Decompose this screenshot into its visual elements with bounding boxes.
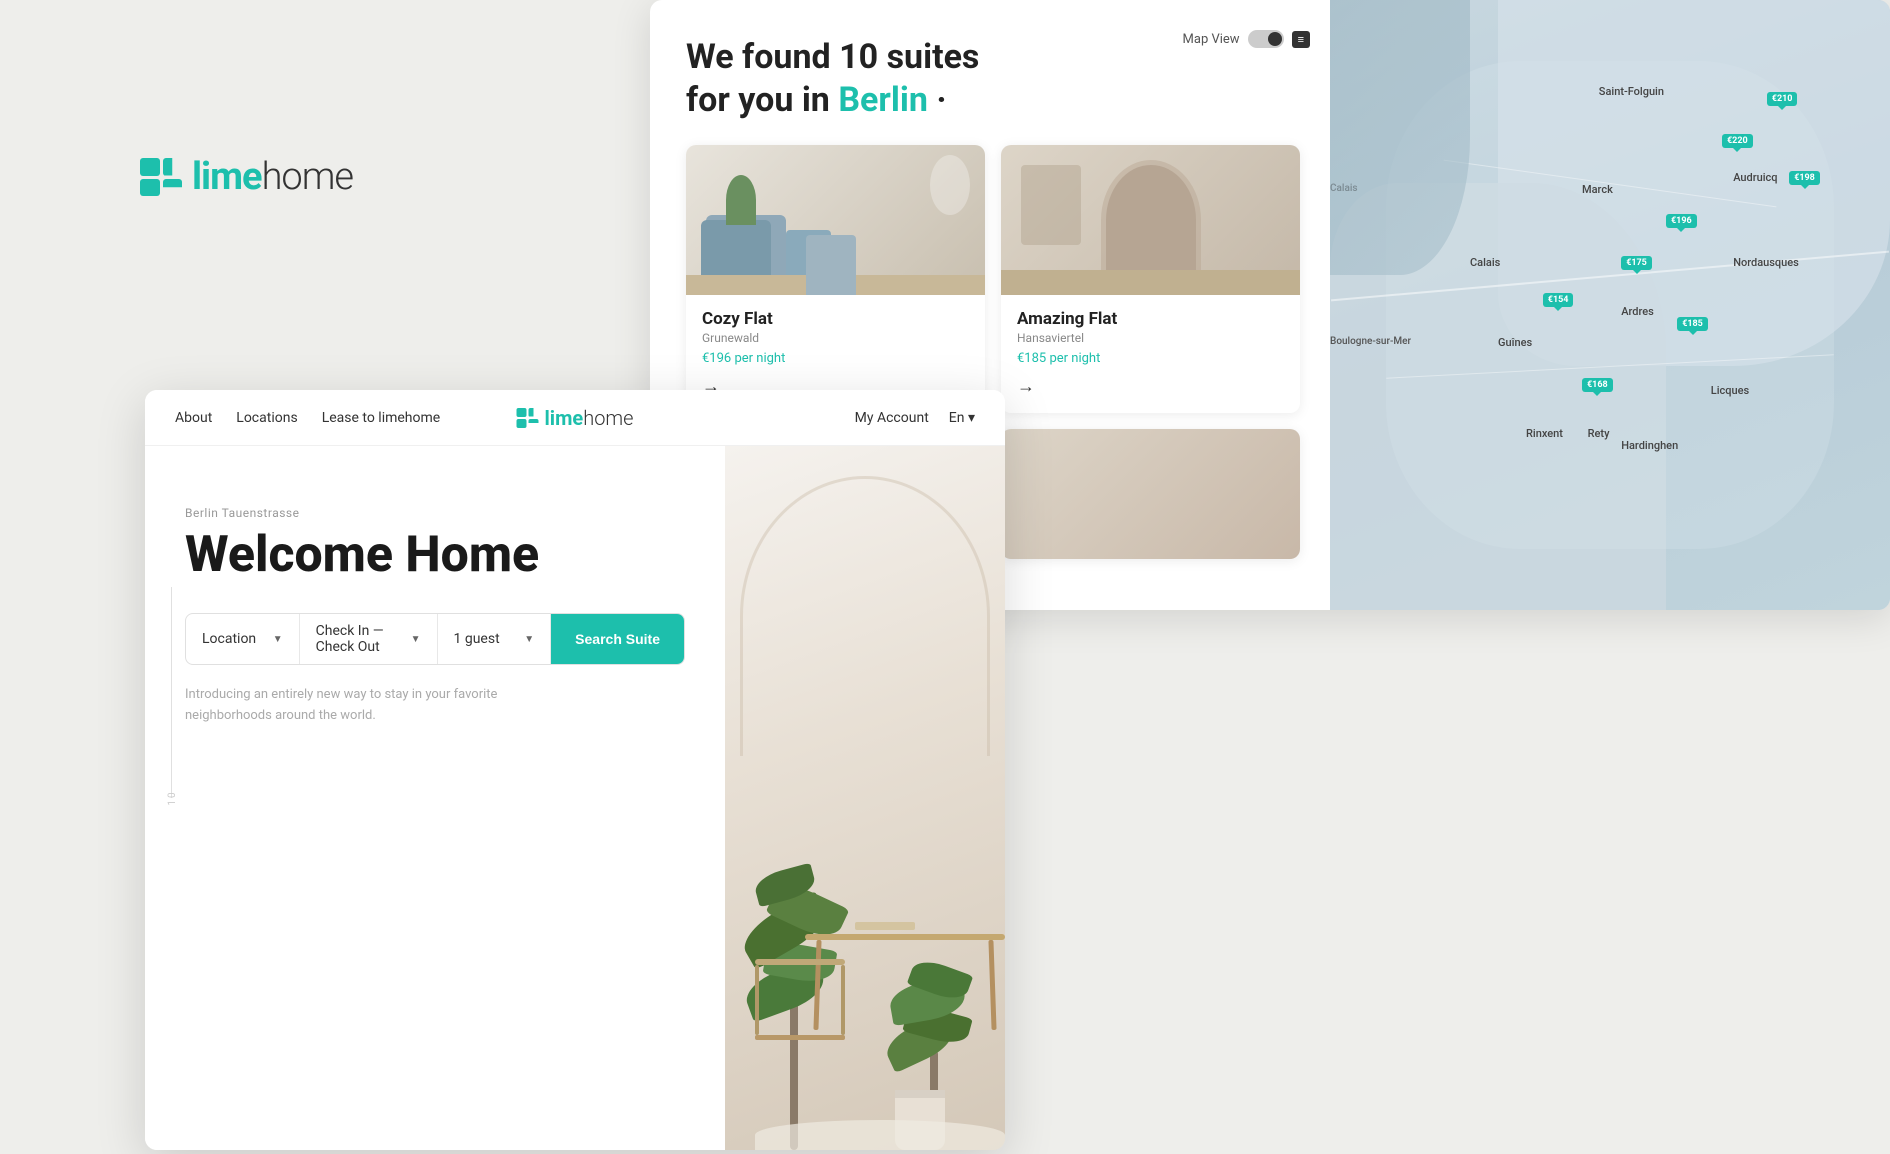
map-label-calais: Calais: [1470, 256, 1500, 269]
search-bar: Location ▼ Check In — Check Out ▼ 1 gues…: [185, 613, 685, 665]
map-label-marck: Marck: [1582, 183, 1613, 196]
hero-title: Welcome Home: [185, 528, 685, 583]
location-field[interactable]: Location ▼: [186, 614, 300, 664]
map-view-toggle-pill[interactable]: [1248, 30, 1284, 48]
nav-lease[interactable]: Lease to limehome: [322, 410, 441, 426]
book-decoration: [855, 922, 915, 930]
map-label-guines: Guînes: [1498, 336, 1532, 349]
nav-lang[interactable]: En ▾: [949, 410, 975, 426]
nav-logo-home: home: [583, 406, 633, 430]
property-card-2[interactable]: Amazing Flat Hansaviertel €185 per night…: [1001, 145, 1300, 413]
hero-image: [725, 446, 1005, 1150]
property-link-2[interactable]: →: [1017, 376, 1284, 397]
nav-my-account[interactable]: My Account: [855, 410, 929, 426]
nav-logo-lime: lime: [545, 406, 584, 430]
map-label-ardres: Ardres: [1621, 305, 1654, 318]
map-pin-4[interactable]: €175: [1621, 256, 1652, 270]
side-indicator: 10: [167, 790, 178, 805]
property-info-2: Amazing Flat Hansaviertel €185 per night…: [1001, 295, 1300, 413]
nav-links: About Locations Lease to limehome: [175, 410, 440, 426]
property-name-2: Amazing Flat: [1017, 309, 1284, 329]
map-label-rety: Rety: [1588, 427, 1610, 440]
map-pin-5[interactable]: €185: [1677, 317, 1708, 331]
hero-description: Introducing an entirely new way to stay …: [185, 685, 525, 727]
water-area: [1330, 0, 1470, 275]
location-label: Location: [202, 631, 256, 647]
chair-decoration: [755, 959, 845, 1040]
hero-subtitle: Berlin Tauenstrasse: [185, 506, 685, 520]
site-nav: About Locations Lease to limehome limeho…: [145, 390, 1005, 446]
nav-center-logo: limehome: [517, 406, 634, 430]
rug-decoration: [755, 1120, 1005, 1150]
map-pin-1[interactable]: €196: [1666, 214, 1697, 228]
property-image-2: [1001, 145, 1300, 295]
property-location-2: Hansaviertel: [1017, 331, 1284, 345]
map-label-boulogne: Boulogne-sur-Mer: [1330, 336, 1411, 347]
property-location-1: Grunewald: [702, 331, 969, 345]
map-view-toggle[interactable]: Map View ≡: [1183, 30, 1310, 48]
main-brand-logo: limehome: [140, 155, 353, 199]
map-label-rinxent: Rinxent: [1526, 427, 1563, 440]
list-view-btn[interactable]: ≡: [1292, 31, 1310, 48]
search-suite-button[interactable]: Search Suite: [551, 614, 684, 664]
nav-locations[interactable]: Locations: [236, 410, 297, 426]
map-label-licques: Licques: [1711, 384, 1749, 397]
logo-text: limehome: [192, 155, 353, 199]
map-pin-7[interactable]: €154: [1543, 293, 1574, 307]
nav-logo-text: limehome: [545, 406, 634, 430]
property-grid: Cozy Flat Grunewald €196 per night → Ama…: [686, 145, 1300, 413]
property-card-4[interactable]: [1001, 429, 1300, 559]
property-name-1: Cozy Flat: [702, 309, 969, 329]
hero-left: 10 Berlin Tauenstrasse Welcome Home Loca…: [145, 446, 725, 1150]
property-price-2: €185 per night: [1017, 351, 1284, 366]
map-panel: Calais Saint-Folguin Marck Audruicq Guîn…: [1330, 0, 1890, 610]
map-view-label: Map View: [1183, 32, 1240, 47]
guests-label: 1 guest: [454, 631, 500, 647]
nav-about[interactable]: About: [175, 410, 212, 426]
map-label-hardinghen: Hardinghen: [1621, 439, 1678, 452]
limehome-website-card: About Locations Lease to limehome limeho…: [145, 390, 1005, 1150]
side-line: [171, 587, 172, 798]
property-card-1[interactable]: Cozy Flat Grunewald €196 per night →: [686, 145, 985, 413]
location-arrow: ▼: [273, 634, 283, 645]
property-image-1: [686, 145, 985, 295]
map-pin-8[interactable]: €168: [1582, 378, 1613, 392]
arch-decoration: [740, 476, 990, 756]
map-pin-3[interactable]: €210: [1767, 92, 1798, 106]
map-pin-2[interactable]: €220: [1722, 134, 1753, 148]
map-pin-6[interactable]: €198: [1789, 171, 1820, 185]
guests-field[interactable]: 1 guest ▼: [438, 614, 552, 664]
nav-logo-icon: [517, 408, 539, 428]
guests-arrow: ▼: [524, 634, 534, 645]
map-label-audruicq: Audruicq: [1733, 171, 1777, 184]
property-price-1: €196 per night: [702, 351, 969, 366]
checkin-arrow: ▼: [411, 634, 421, 645]
map-label-saint-folguin: Saint-Folguin: [1599, 85, 1664, 98]
results-title: We found 10 suites for you in Berlin ·: [686, 36, 1300, 121]
nav-right: My Account En ▾: [855, 410, 975, 426]
checkin-label: Check In — Check Out: [316, 623, 403, 655]
checkin-field[interactable]: Check In — Check Out ▼: [300, 614, 438, 664]
hero-section: 10 Berlin Tauenstrasse Welcome Home Loca…: [145, 446, 1005, 1150]
map-label-nordausques: Nordausques: [1733, 256, 1799, 269]
logo-icon: [140, 158, 182, 196]
